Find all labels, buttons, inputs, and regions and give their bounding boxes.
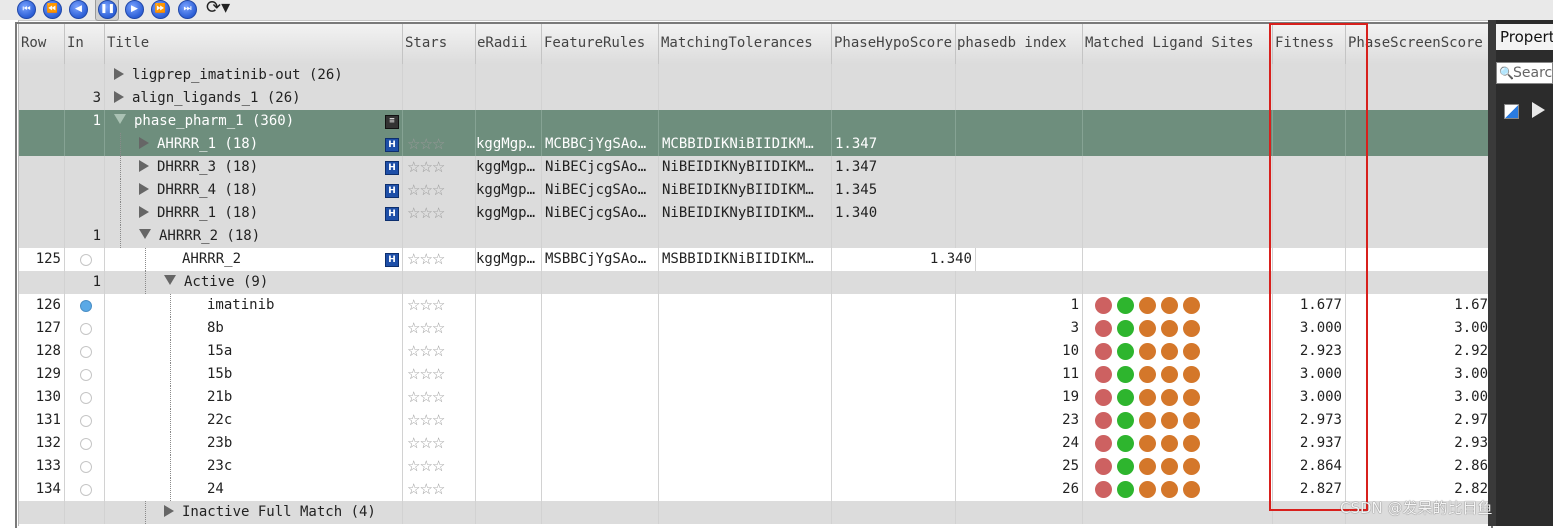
style-icon[interactable] — [1504, 104, 1519, 119]
skip-forward-icon[interactable]: ⏩ — [151, 0, 170, 19]
sync-dropdown-icon[interactable]: ⟳▾ — [206, 0, 230, 18]
pause-button[interactable]: ❚❚ — [95, 0, 119, 21]
fitness-highlight-box — [1269, 23, 1368, 511]
properties-tab[interactable]: Propert — [1496, 24, 1553, 50]
search-placeholder: Searc — [1513, 65, 1553, 81]
search-icon: 🔍 — [1499, 66, 1514, 80]
properties-panel: Propert 🔍 Searc — [1496, 20, 1553, 526]
toolbar: ⏮ ⏪ ◀ ❚❚ ▶ ⏩ ⏭ ⟳▾ — [0, 0, 1553, 21]
next-icon[interactable]: ▶ — [125, 0, 144, 19]
previous-icon[interactable]: ◀ — [69, 0, 88, 19]
pause-icon: ❚❚ — [98, 0, 117, 19]
skip-back-icon[interactable]: ⏪ — [43, 0, 62, 19]
play-icon[interactable] — [1532, 102, 1545, 118]
first-frame-icon[interactable]: ⏮ — [17, 0, 36, 19]
splitter[interactable] — [1488, 20, 1496, 526]
properties-search-input[interactable]: 🔍 Searc — [1496, 62, 1553, 84]
last-frame-icon[interactable]: ⏭ — [178, 0, 197, 19]
watermark: CSDN @发呆的比目鱼 — [1340, 499, 1493, 517]
